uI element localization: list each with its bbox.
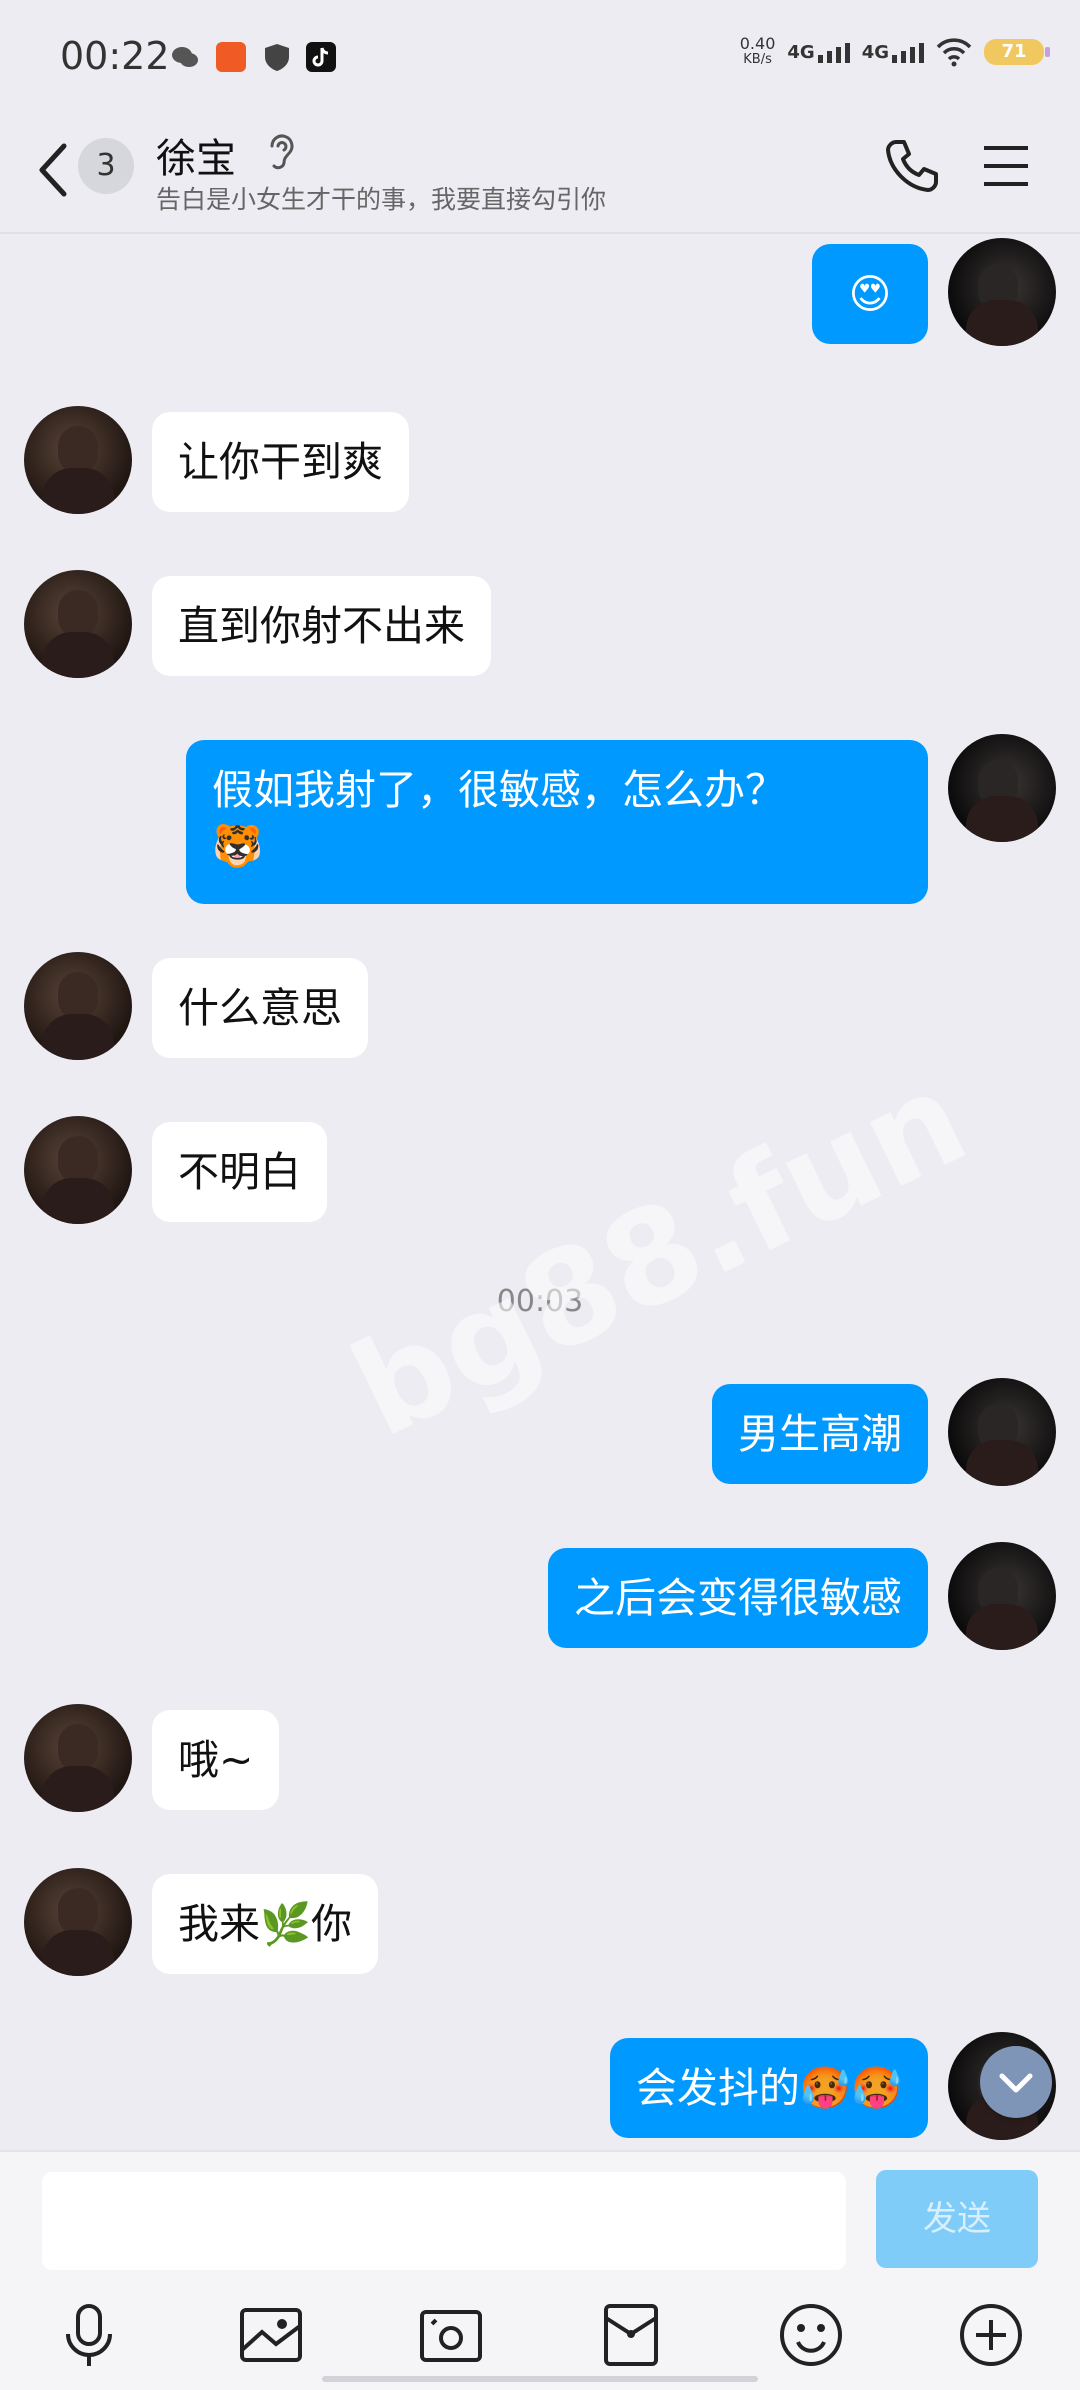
network-speed-unit: KB/s <box>743 52 772 67</box>
image-icon[interactable] <box>236 2300 306 2370</box>
message-timestamp: 00:03 <box>496 1284 584 1319</box>
chat-header: 3 徐宝 告白是小女生才干的事，我要直接勾引你 <box>0 110 1080 234</box>
tiktok-icon <box>306 42 336 72</box>
home-indicator[interactable] <box>322 2376 758 2382</box>
shield-icon <box>262 42 292 72</box>
chevron-down-icon <box>999 2073 1033 2093</box>
wechat-icon <box>170 42 200 72</box>
wifi-icon <box>936 38 972 67</box>
message-emoji: 🐯 <box>212 822 264 870</box>
message-bubble[interactable]: 哦~ <box>152 1710 280 1810</box>
my-avatar[interactable] <box>948 1378 1056 1486</box>
message-bubble[interactable]: 😍 <box>812 244 928 344</box>
contact-avatar[interactable] <box>24 1116 132 1224</box>
contact-avatar[interactable] <box>24 952 132 1060</box>
status-indicators: 0.40 KB/s 4G 4G 71 <box>740 36 1050 68</box>
battery-level: 71 <box>1001 41 1027 62</box>
back-arrow-icon[interactable] <box>30 140 80 200</box>
message-list[interactable]: 😍 让你干到爽 直到你射不出来 假如我射了，很敏感，怎么办？ 🐯 什么意思 不明… <box>0 232 1080 2150</box>
contact-name[interactable]: 徐宝 <box>156 126 236 184</box>
cell-signal-2: 4G <box>862 42 924 63</box>
signal-bars-icon <box>817 42 850 63</box>
message-bubble[interactable]: 什么意思 <box>152 958 368 1058</box>
contact-avatar[interactable] <box>24 406 132 514</box>
phone-call-icon[interactable] <box>882 136 942 196</box>
signal-bars-icon <box>892 42 924 63</box>
emoji-icon[interactable] <box>776 2300 846 2370</box>
message-bubble[interactable]: 不明白 <box>152 1122 327 1222</box>
network-type-2: 4G <box>861 41 889 63</box>
message-bubble[interactable]: 之后会变得很敏感 <box>548 1548 928 1648</box>
my-avatar[interactable] <box>948 238 1056 346</box>
microphone-icon[interactable] <box>54 2300 124 2370</box>
red-packet-icon[interactable] <box>596 2300 666 2370</box>
message-bubble[interactable]: 会发抖的🥵🥵 <box>609 2038 928 2138</box>
my-avatar[interactable] <box>948 1542 1056 1650</box>
message-bubble[interactable]: 让你干到爽 <box>152 412 409 512</box>
message-input[interactable] <box>42 2172 846 2270</box>
input-bar: 发送 <box>0 2150 1080 2390</box>
app-notification-icon <box>216 42 246 72</box>
my-avatar[interactable] <box>948 734 1056 842</box>
contact-avatar[interactable] <box>24 1704 132 1812</box>
network-speed: 0.40 KB/s <box>740 36 776 68</box>
status-bar: 00:22 0.40 KB/s 4G 4G 71 <box>0 0 1080 110</box>
network-speed-value: 0.40 <box>739 34 776 53</box>
status-time: 00:22 <box>60 34 170 78</box>
scroll-to-bottom-button[interactable] <box>980 2046 1052 2118</box>
unread-count-badge[interactable]: 3 <box>78 138 134 194</box>
camera-icon[interactable] <box>416 2300 486 2370</box>
plus-icon[interactable] <box>956 2300 1026 2370</box>
message-bubble[interactable]: 假如我射了，很敏感，怎么办？ 🐯 <box>186 740 928 904</box>
contact-avatar[interactable] <box>24 1868 132 1976</box>
battery-icon: 71 <box>984 39 1050 65</box>
ear-icon[interactable] <box>264 130 296 174</box>
message-bubble[interactable]: 我来🌿你 <box>152 1874 379 1974</box>
message-bubble[interactable]: 男生高潮 <box>712 1384 928 1484</box>
network-type-1: 4G <box>787 41 815 63</box>
send-button[interactable]: 发送 <box>876 2170 1038 2268</box>
menu-icon[interactable] <box>982 144 1030 188</box>
contact-avatar[interactable] <box>24 570 132 678</box>
contact-signature: 告白是小女生才干的事，我要直接勾引你 <box>156 185 607 214</box>
message-bubble[interactable]: 直到你射不出来 <box>152 576 491 676</box>
message-text: 假如我射了，很敏感，怎么办？ <box>212 766 786 814</box>
cell-signal-1: 4G <box>787 41 850 63</box>
